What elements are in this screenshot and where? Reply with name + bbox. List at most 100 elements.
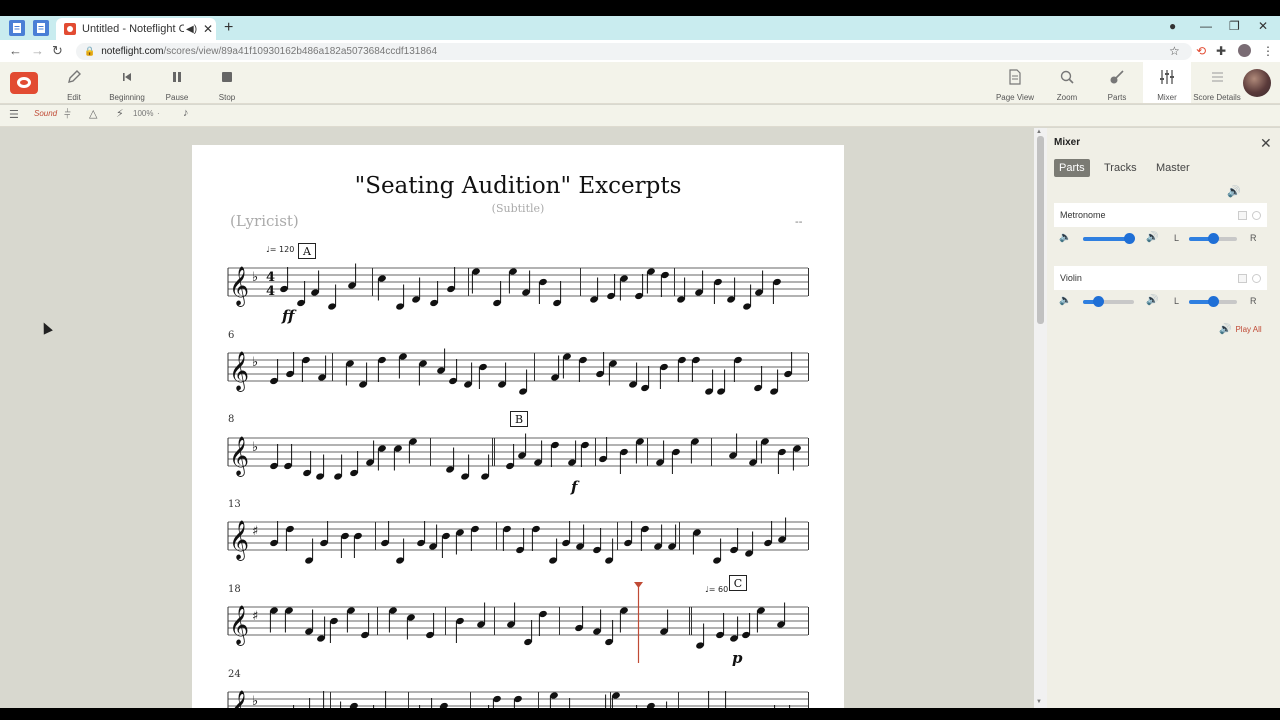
edit-label: Edit bbox=[67, 93, 81, 102]
key-signature: ♭ bbox=[252, 440, 258, 455]
treble-clef: 𝄞 bbox=[229, 520, 249, 561]
screen: Untitled - Noteflight Commu ◀) ✕ + ● — ❐… bbox=[0, 0, 1280, 720]
pause-label: Pause bbox=[165, 93, 189, 102]
mixer-title: Mixer bbox=[1054, 137, 1081, 148]
browser-profile-icon[interactable] bbox=[1238, 44, 1251, 57]
docs-tab-icon-2[interactable] bbox=[33, 20, 49, 36]
stop-button[interactable]: Stop bbox=[203, 68, 251, 102]
magnifier-icon bbox=[1043, 68, 1091, 86]
solo-radio[interactable] bbox=[1252, 274, 1261, 283]
secondary-toolbar: ☰ Sound ⫩ △ ⚡ 100% · ♪ bbox=[0, 105, 1280, 127]
sliders-icon bbox=[1143, 68, 1191, 86]
pan-right-label: R bbox=[1250, 233, 1257, 243]
tab-audio-icon[interactable]: ◀) bbox=[186, 24, 197, 35]
tab-close-icon[interactable]: ✕ bbox=[203, 22, 213, 36]
pan-right-label: R bbox=[1250, 296, 1257, 306]
volume-slider[interactable] bbox=[1083, 296, 1134, 307]
pause-button[interactable]: Pause bbox=[153, 68, 201, 102]
speaker-icon: 🔊 bbox=[1219, 324, 1232, 335]
browser-tab-bar: Untitled - Noteflight Commu ◀) ✕ + ● — ❐… bbox=[0, 16, 1280, 40]
pan-slider[interactable] bbox=[1189, 296, 1237, 307]
volume-slider[interactable] bbox=[1083, 233, 1135, 244]
pan-slider[interactable] bbox=[1189, 233, 1237, 244]
browser-menu-icon[interactable]: ⋮ bbox=[1262, 44, 1274, 58]
score-page: "Seating Audition" Excerpts (Subtitle) (… bbox=[192, 145, 844, 720]
metronome-icon[interactable]: △ bbox=[89, 107, 97, 120]
puzzle-extensions-icon[interactable]: ✚ bbox=[1216, 44, 1226, 58]
address-bar-row: ← → ↻ 🔒 noteflight.com /scores/view/89a4… bbox=[0, 40, 1280, 62]
new-tab-button[interactable]: + bbox=[224, 19, 233, 37]
treble-clef: 𝄞 bbox=[229, 605, 249, 646]
parts-button[interactable]: Parts bbox=[1093, 68, 1141, 102]
zoom-value[interactable]: 100% bbox=[133, 109, 153, 118]
sound-label[interactable]: Sound bbox=[34, 109, 57, 118]
beginning-button[interactable]: Beginning bbox=[103, 68, 151, 102]
url-host: noteflight.com bbox=[101, 46, 164, 57]
play-all-button[interactable]: 🔊 Play All bbox=[1219, 324, 1262, 335]
scrollbar-thumb[interactable] bbox=[1037, 136, 1044, 324]
skip-back-icon bbox=[103, 68, 151, 86]
forward-arrow-icon[interactable]: → bbox=[31, 43, 44, 58]
mixer-label: Mixer bbox=[1157, 93, 1177, 102]
solo-radio[interactable] bbox=[1252, 211, 1261, 220]
tab-master[interactable]: Master bbox=[1151, 159, 1195, 177]
zoom-dropdown-icon[interactable]: · bbox=[157, 109, 160, 118]
time-signature: 4 bbox=[266, 284, 275, 299]
zoom-label: Zoom bbox=[1056, 93, 1078, 102]
key-signature: ♭ bbox=[252, 694, 258, 709]
docs-tab-icon[interactable] bbox=[9, 20, 25, 36]
mute-checkbox[interactable] bbox=[1238, 274, 1247, 283]
extension-icon[interactable]: ⟲ bbox=[1196, 44, 1206, 58]
pause-icon bbox=[153, 68, 201, 86]
tab-noteflight[interactable]: Untitled - Noteflight Commu ◀) ✕ bbox=[56, 18, 216, 40]
hamburger-menu-icon[interactable]: ☰ bbox=[9, 108, 19, 121]
mixer-small-icon[interactable]: ⫩ bbox=[64, 107, 71, 122]
noteflight-logo[interactable] bbox=[10, 72, 38, 94]
volume-up-icon[interactable]: 🔊 bbox=[1146, 232, 1158, 243]
stop-label: Stop bbox=[218, 93, 236, 102]
volume-up-icon[interactable]: 🔊 bbox=[1146, 295, 1158, 306]
part-name-box: Metronome bbox=[1054, 203, 1267, 227]
mixer-button[interactable]: Mixer bbox=[1143, 62, 1191, 103]
key-signature: ♯ bbox=[252, 609, 258, 624]
mixer-panel: Mixer ✕ Parts Tracks Master 🔊 Metronome … bbox=[1047, 128, 1280, 708]
note-icon[interactable]: ♪ bbox=[183, 107, 189, 119]
scroll-down-icon[interactable]: ▼ bbox=[1036, 699, 1042, 705]
window-close-icon[interactable]: ✕ bbox=[1258, 19, 1268, 33]
music-notation[interactable]: 𝄞 ♭ 44𝄞 ♭𝄞 ♭𝄞 ♯𝄞 ♯𝄞 ♭ bbox=[192, 145, 844, 720]
page-view-label: Page View bbox=[995, 93, 1035, 102]
noteflight-toolbar: Edit Beginning Pause Stop Page View Zoom… bbox=[0, 62, 1280, 104]
mute-checkbox[interactable] bbox=[1238, 211, 1247, 220]
minimize-icon[interactable]: — bbox=[1200, 19, 1212, 33]
restore-icon[interactable]: ❐ bbox=[1229, 19, 1240, 33]
scroll-up-icon[interactable]: ▲ bbox=[1036, 129, 1042, 135]
score-scrollbar[interactable]: ▲ ▼ bbox=[1034, 128, 1047, 708]
master-volume-icon[interactable]: 🔊 bbox=[1227, 185, 1241, 198]
close-icon[interactable]: ✕ bbox=[1260, 135, 1272, 152]
pan-left-label: L bbox=[1174, 233, 1180, 243]
tab-tracks[interactable]: Tracks bbox=[1099, 159, 1142, 177]
volume-down-icon[interactable]: 🔈 bbox=[1059, 295, 1071, 306]
edit-button[interactable]: Edit bbox=[50, 68, 98, 102]
reload-icon[interactable]: ↻ bbox=[52, 43, 63, 59]
back-arrow-icon[interactable]: ← bbox=[9, 43, 22, 58]
user-avatar[interactable] bbox=[1243, 69, 1271, 97]
url-field[interactable]: 🔒 noteflight.com /scores/view/89a41f1093… bbox=[76, 43, 1192, 60]
zoom-button[interactable]: Zoom bbox=[1043, 68, 1091, 102]
treble-clef: 𝄞 bbox=[229, 436, 249, 477]
volume-down-icon[interactable]: 🔈 bbox=[1059, 232, 1071, 243]
bookmark-star-icon[interactable]: ☆ bbox=[1169, 44, 1180, 58]
media-control-icon[interactable]: ● bbox=[1169, 19, 1176, 33]
url-path: /scores/view/89a41f10930162b486a182a5073… bbox=[163, 46, 438, 57]
pan-left-label: L bbox=[1174, 296, 1180, 306]
tab-parts[interactable]: Parts bbox=[1054, 159, 1090, 177]
part-controls: 🔈 🔊 L R bbox=[1054, 295, 1267, 309]
score-details-button[interactable]: Score Details bbox=[1193, 68, 1241, 102]
beginning-label: Beginning bbox=[109, 93, 145, 102]
mixer-part-violin: Violin 🔈 🔊 L R bbox=[1054, 266, 1267, 318]
key-signature: ♭ bbox=[252, 355, 258, 370]
speed-icon[interactable]: ⚡ bbox=[116, 107, 124, 120]
lock-icon: 🔒 bbox=[84, 46, 96, 56]
page-view-button[interactable]: Page View bbox=[991, 68, 1039, 102]
part-name: Metronome bbox=[1060, 210, 1106, 220]
